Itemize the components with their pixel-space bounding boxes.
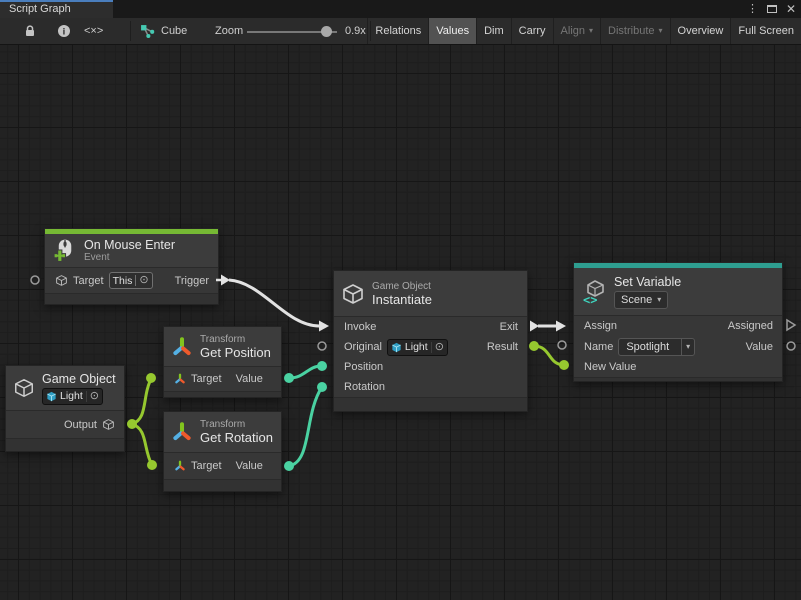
rotation-port-label: Rotation [344,381,385,393]
toolbar-separator [130,21,131,41]
object-picker-icon[interactable]: ⊙ [86,391,99,402]
carry-button[interactable]: Carry [511,18,553,44]
graph-name: Cube [161,25,187,37]
result-port-label: Result [487,341,518,353]
tab-script-graph[interactable]: Script Graph [0,0,113,18]
node-footer [334,397,527,411]
assign-port-label: Assign [584,320,617,332]
node-category: Transform [200,334,271,345]
name-port-label: Name [584,341,613,353]
cube-icon [341,282,365,306]
value-port-label: Value [236,373,263,385]
transform-icon [174,373,186,385]
value-port-label: Value [236,460,263,472]
node-title: Get Rotation [200,430,273,445]
position-port-label: Position [344,361,383,373]
node-footer [164,391,281,397]
transform-icon [171,336,193,358]
mouse-event-icon [52,238,77,263]
distribute-dropdown[interactable]: Distribute ▾ [600,18,669,44]
zoom-label: Zoom [215,18,243,44]
cube-icon [13,377,35,399]
node-subtitle: Event [84,252,175,263]
node-get-position[interactable]: Transform Get Position Target Value [163,326,282,398]
node-title: Instantiate [372,292,432,307]
target-port-label: Target [73,275,104,287]
new-value-port-label: New Value [584,361,636,373]
cube-icon [102,418,115,431]
value-port-label: Value [746,341,773,353]
variable-name-dropdown[interactable]: Spotlight ▾ [618,338,695,356]
node-footer [45,293,218,304]
exit-port-label: Exit [500,321,518,333]
node-title: Set Variable [614,275,681,289]
node-category: Game Object [372,281,432,292]
overview-button[interactable]: Overview [670,18,731,44]
zoom-slider-handle[interactable] [321,26,332,37]
target-port-label: Target [191,373,222,385]
variables-icon: <> [581,279,607,305]
info-button[interactable]: i [57,18,71,44]
node-instantiate[interactable]: Game Object Instantiate Invoke Exit Orig… [333,270,528,412]
node-on-mouse-enter[interactable]: On Mouse Enter Event Target This ⊙ Trigg… [44,228,219,305]
node-category: Transform [200,419,273,430]
align-dropdown[interactable]: Align ▾ [553,18,600,44]
cube-icon [55,274,68,287]
target-port-label: Target [191,460,222,472]
object-picker-icon[interactable]: ⊙ [431,342,444,353]
code-view-button[interactable]: <×> [84,18,103,44]
node-game-object[interactable]: Game Object Light ⊙ Output [5,365,125,452]
light-object-chip[interactable]: Light ⊙ [42,388,103,405]
graph-icon [140,24,155,39]
transform-icon [174,460,186,472]
maximize-icon[interactable] [767,5,777,13]
output-port-label: Output [64,419,97,431]
fullscreen-button[interactable]: Full Screen [730,18,801,44]
node-title: On Mouse Enter [84,238,175,252]
title-bar: Script Graph ⋮ ✕ [0,0,801,18]
this-value-chip[interactable]: This ⊙ [109,272,153,289]
gameobject-icon [391,342,402,353]
gameobject-icon [46,391,57,402]
close-icon[interactable]: ✕ [786,3,796,15]
relations-button[interactable]: Relations [367,18,428,44]
chevron-down-icon: ▾ [657,296,661,304]
values-button[interactable]: Values [428,18,476,44]
node-set-variable[interactable]: <> Set Variable Scene ▾ Assign Assigned … [573,262,783,382]
node-footer [574,377,782,381]
node-footer [164,479,281,491]
lock-button[interactable] [24,18,36,44]
variable-scope-dropdown[interactable]: Scene ▾ [614,291,668,309]
chevron-down-icon: ▾ [659,27,663,35]
svg-text:<>: <> [583,293,597,305]
light-object-chip[interactable]: Light ⊙ [387,339,448,356]
graph-breadcrumb[interactable]: Cube [140,18,187,44]
kebab-menu-icon[interactable]: ⋮ [747,4,758,14]
node-title: Game Object [42,372,116,386]
node-title: Get Position [200,345,271,360]
node-get-rotation[interactable]: Transform Get Rotation Target Value [163,411,282,492]
trigger-port-label: Trigger [175,275,209,287]
svg-text:i: i [63,26,66,37]
zoom-value: 0.9x [345,18,366,44]
transform-icon [171,421,193,443]
graph-toolbar: i <×> Cube Zoom 0.9x Relations Values Di… [0,18,801,45]
original-port-label: Original [344,341,382,353]
chevron-down-icon: ▾ [686,343,690,351]
assigned-port-label: Assigned [728,320,773,332]
lock-icon [24,24,36,38]
invoke-port-label: Invoke [344,321,376,333]
object-picker-icon[interactable]: ⊙ [135,275,148,286]
chevron-down-icon: ▾ [589,27,593,35]
dim-button[interactable]: Dim [476,18,511,44]
node-footer [6,438,124,451]
info-icon: i [57,24,71,38]
